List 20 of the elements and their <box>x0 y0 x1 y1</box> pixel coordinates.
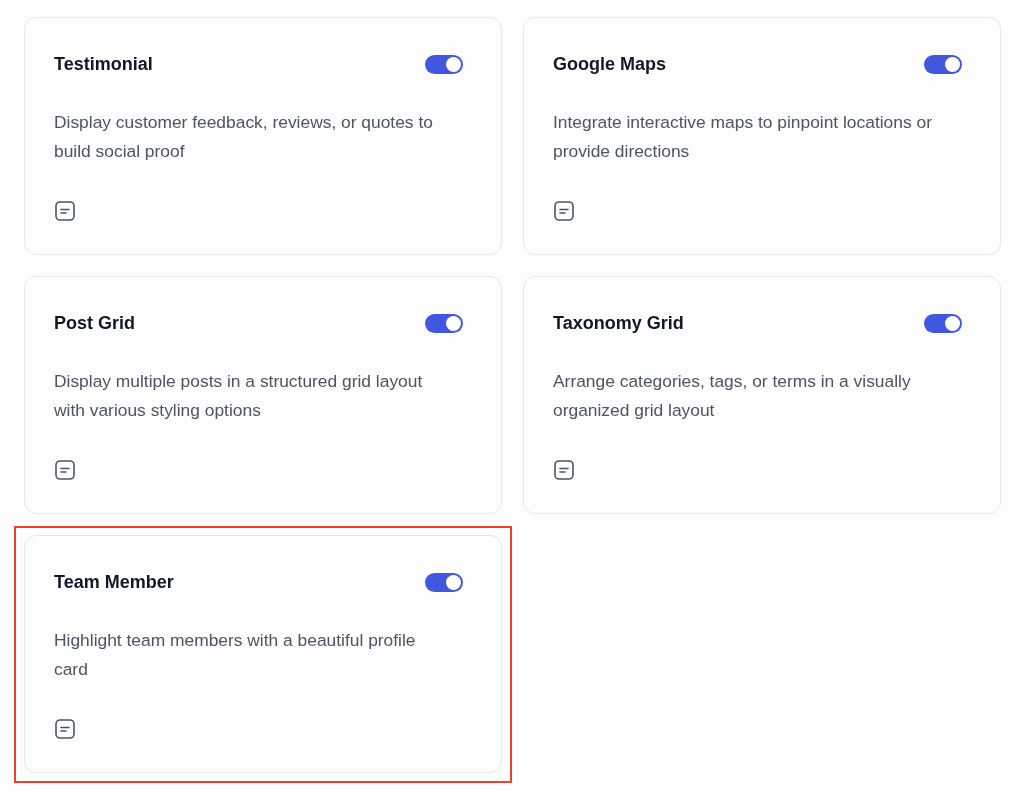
document-icon[interactable] <box>54 200 76 222</box>
widget-title: Taxonomy Grid <box>553 312 684 334</box>
document-icon[interactable] <box>54 459 76 481</box>
widget-description: Display multiple posts in a structured grid layout with various styling options <box>54 370 424 422</box>
toggle-switch[interactable] <box>924 313 962 333</box>
document-icon[interactable] <box>553 459 575 481</box>
widget-title: Google Maps <box>553 53 666 75</box>
toggle-switch[interactable] <box>425 313 463 333</box>
widget-description: Display customer feedback, reviews, or quotes to build social proof <box>54 111 434 163</box>
toggle-switch[interactable] <box>924 54 962 74</box>
document-icon[interactable] <box>54 718 76 740</box>
widget-description: Arrange categories, tags, or terms in a visually organized grid layout <box>553 370 912 422</box>
widget-title: Team Member <box>54 571 174 593</box>
widget-title: Post Grid <box>54 312 135 334</box>
document-icon[interactable] <box>553 200 575 222</box>
toggle-switch[interactable] <box>425 572 463 592</box>
widget-title: Testimonial <box>54 53 153 75</box>
widget-description: Integrate interactive maps to pinpoint locations or provide directions <box>553 111 933 163</box>
widget-description: Highlight team members with a beautiful profile card <box>54 629 417 681</box>
toggle-switch[interactable] <box>425 54 463 74</box>
